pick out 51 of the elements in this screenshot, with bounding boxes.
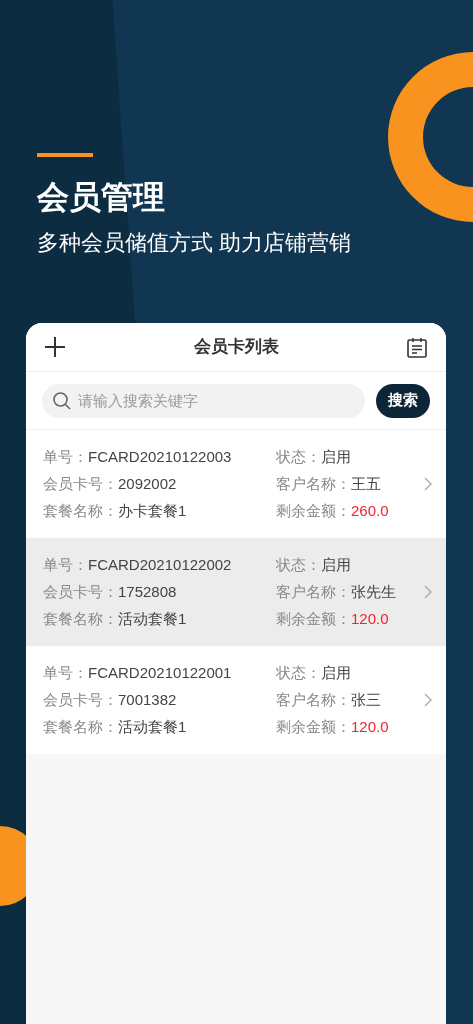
field-label: 剩余金额： (276, 717, 351, 737)
field-value: 1752808 (118, 582, 177, 602)
header-title: 会员卡列表 (193, 336, 279, 359)
field-value: 活动套餐1 (118, 609, 187, 629)
add-icon[interactable] (44, 336, 66, 358)
chevron-right-icon (424, 477, 432, 491)
field-label: 会员卡号： (43, 474, 118, 494)
field-label: 状态： (276, 447, 321, 467)
field-label: 套餐名称： (43, 501, 118, 521)
search-field[interactable]: 请输入搜索关键字 (42, 383, 365, 418)
field-label: 单号： (43, 663, 88, 683)
hero-title: 会员管理 (37, 178, 166, 217)
field-label: 剩余金额： (276, 609, 351, 629)
field-label: 单号： (43, 447, 88, 467)
amount-value: 120.0 (351, 717, 389, 737)
field-value: 2092002 (118, 474, 177, 494)
chevron-right-icon (424, 693, 432, 707)
field-label: 状态： (276, 663, 321, 683)
hero-subtitle: 多种会员储值方式 助力店铺营销 (37, 229, 353, 257)
field-label: 状态： (276, 555, 321, 575)
field-value: FCARD20210122002 (88, 555, 232, 575)
amount-value: 260.0 (351, 501, 389, 521)
field-label: 客户名称： (276, 474, 351, 494)
field-label: 客户名称： (276, 582, 351, 602)
calendar-icon[interactable] (406, 336, 428, 358)
member-card-row[interactable]: 单号：FCARD20210122001 状态：启用 会员卡号：7001382 客户名称：张三 套餐名称：活动套餐1 剩余金额：120.0 (26, 646, 446, 754)
field-value: 办卡套餐1 (118, 501, 187, 521)
search-button[interactable]: 搜索 (376, 383, 430, 418)
field-value: 张三 (351, 690, 381, 710)
accent-bar (37, 153, 93, 157)
field-value: 启用 (321, 555, 351, 575)
field-label: 客户名称： (276, 690, 351, 710)
field-value: 7001382 (118, 690, 177, 710)
search-icon (52, 390, 72, 411)
field-value: FCARD20210122001 (88, 663, 232, 683)
field-value: 活动套餐1 (118, 717, 187, 737)
field-value: 启用 (321, 663, 351, 683)
field-value: 张先生 (351, 582, 396, 602)
field-label: 剩余金额： (276, 501, 351, 521)
field-label: 套餐名称： (43, 717, 118, 737)
chevron-right-icon (424, 585, 432, 599)
field-value: 王五 (351, 474, 381, 494)
field-label: 套餐名称： (43, 609, 118, 629)
field-label: 会员卡号： (43, 690, 118, 710)
field-label: 会员卡号： (43, 582, 118, 602)
member-card-row[interactable]: 单号：FCARD20210122003 状态：启用 会员卡号：2092002 客户名称：王五 套餐名称：办卡套餐1 剩余金额：260.0 (26, 430, 446, 538)
field-value: 启用 (321, 447, 351, 467)
field-value: FCARD20210122003 (88, 447, 232, 467)
member-card-row[interactable]: 单号：FCARD20210122002 状态：启用 会员卡号：1752808 客户名称：张先生 套餐名称：活动套餐1 剩余金额：120.0 (26, 538, 446, 646)
amount-value: 120.0 (351, 609, 389, 629)
field-label: 单号： (43, 555, 88, 575)
